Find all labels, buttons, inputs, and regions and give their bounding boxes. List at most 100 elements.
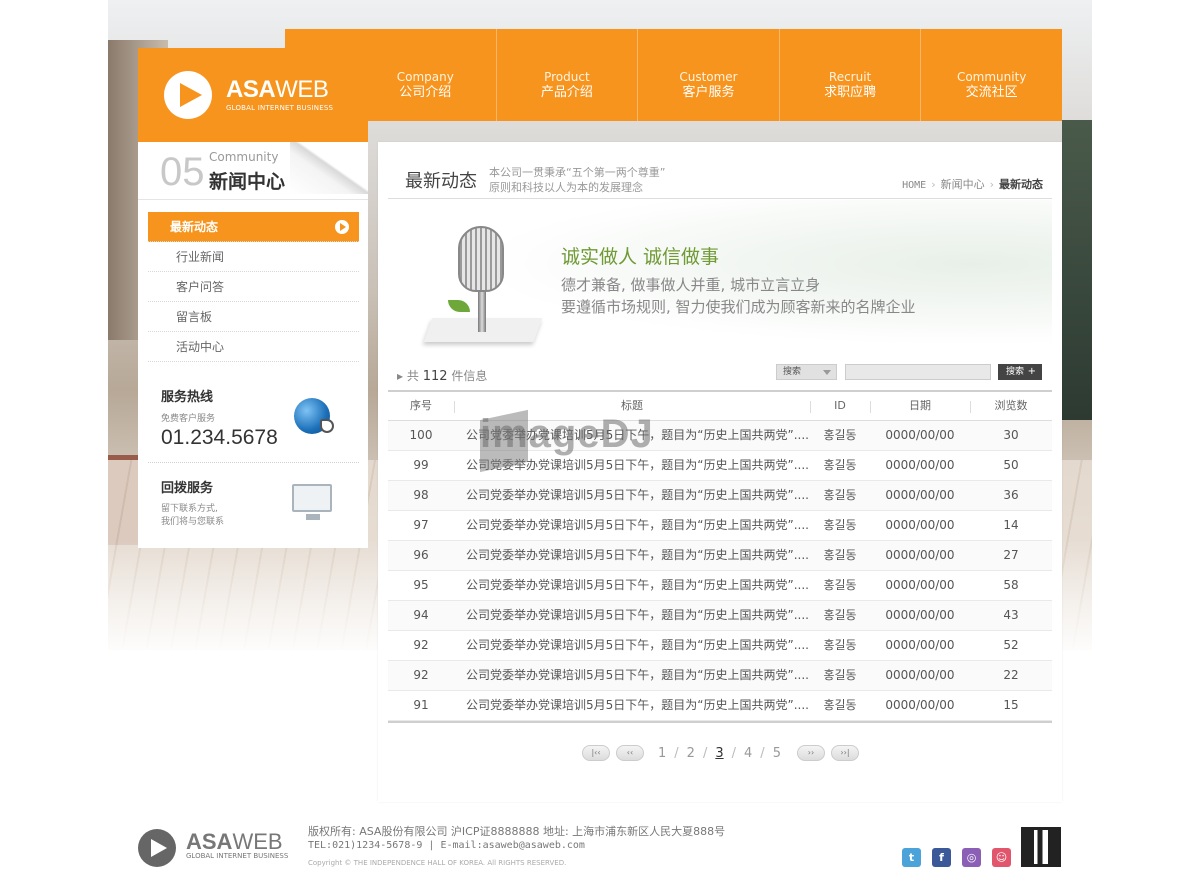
table-bottom-rule [388, 721, 1052, 723]
callback-subtitle: 留下联系方式, 我们将与您联系 [161, 504, 225, 527]
sidebar-item-2[interactable]: 行业新闻 [148, 242, 359, 272]
cell-no: 100 [409, 428, 433, 442]
nav-item-cn: 客户服务 [682, 85, 735, 100]
cell-title-link[interactable]: 公司党委举办党课培训5月5日下午，题目为“历史上国共两党”.... [454, 631, 810, 660]
table-row[interactable]: 91 公司党委举办党课培训5月5日下午，题目为“历史上国共两党”.... 홍길동 00… [388, 691, 1052, 721]
page-link-2[interactable]: 2 [687, 746, 695, 761]
nav-item-cn: 求职应聘 [824, 85, 877, 100]
sidebar-item-4[interactable]: 留言板 [148, 302, 359, 332]
footer-info: 版权所有: ASA股份有限公司 沪ICP证8888888 地址: 上海市浦东新区… [308, 825, 725, 853]
table-row[interactable]: 95 公司党委举办党课培训5月5日下午，题目为“历史上国共两党”.... 홍길동 00… [388, 571, 1052, 601]
breadcrumb-home[interactable]: HOME [902, 180, 926, 191]
page-curl-decoration [290, 142, 368, 194]
main-nav: Company 公司介绍 Product 产品介绍 Customer 客户服务 Recrui… [285, 29, 1062, 121]
page-separator: / [731, 745, 737, 761]
cell-views: 52 [1003, 638, 1019, 652]
message-icon[interactable]: ◎ [962, 848, 981, 867]
table-row[interactable]: 94 公司党委举办党课培训5月5日下午，题目为“历史上国共两党”.... 홍길동 00… [388, 601, 1052, 631]
nav-item-cn: 交流社区 [965, 85, 1018, 100]
cell-date: 0000/00/00 [885, 668, 955, 682]
sidebar-item-label: 活动中心 [176, 340, 225, 354]
footer-copyright: Copyright © THE INDEPENDENCE HALL OF KOR… [308, 859, 567, 867]
page-link-5[interactable]: 5 [773, 746, 781, 761]
table-row[interactable]: 92 公司党委举办党课培训5月5日下午，题目为“历史上国共两党”.... 홍길동 00… [388, 661, 1052, 691]
last-page-button[interactable]: ››| [830, 745, 859, 761]
cell-date: 0000/00/00 [885, 698, 955, 712]
cell-title-link[interactable]: 公司党委举办党课培训5月5日下午，题目为“历史上国共两党”.... [454, 601, 810, 630]
banner-text: 德才兼备, 做事做人并重, 城市立言立身 要遵循市场规则, 智力使我们成为顾客新来… [561, 276, 916, 316]
background-window [1062, 120, 1092, 420]
main-content: 最新动态 本公司一贯秉承“五个第一两个尊重” 原则和科技以人为本的发展理念 HOM… [378, 142, 1062, 802]
community-icon[interactable]: ☺ [992, 848, 1011, 867]
nav-item-cn: 产品介绍 [540, 85, 593, 100]
footer-logo-tagline: GLOBAL INTERNET BUSINESS [186, 852, 289, 860]
callback-service[interactable]: 回拨服务 留下联系方式, 我们将与您联系 [161, 477, 224, 529]
cell-id: 홍길동 [823, 698, 857, 712]
prev-page-button[interactable]: ‹‹ [616, 745, 644, 761]
nav-item-en: Company [396, 70, 454, 84]
sidebar-item-label: 客户问答 [176, 280, 225, 294]
nav-item-community[interactable]: Community 交流社区 [920, 29, 1062, 121]
cell-title-link[interactable]: 公司党委举办党课培训5月5日下午，题目为“历史上国共两党”.... [454, 541, 810, 570]
page-separator: / [760, 745, 765, 761]
section-number: 05 [160, 150, 205, 194]
cell-id: 홍길동 [823, 548, 857, 562]
column-no: 序号 [410, 399, 432, 412]
nav-item-company[interactable]: Company 公司介绍 [355, 29, 496, 121]
table-row[interactable]: 96 公司党委举办党课培训5月5日下午，题目为“历史上国共两党”.... 홍길동 00… [388, 541, 1052, 571]
page-numbers: 1 / 2 / 3 / 4 / 5 [650, 746, 789, 761]
column-id: ID [810, 392, 870, 420]
section-name-en: Community [209, 150, 279, 164]
logo-mark-icon [164, 71, 212, 119]
breadcrumb-current: 最新动态 [999, 178, 1043, 191]
nav-item-recruit[interactable]: Recruit 求职应聘 [778, 29, 921, 121]
sidebar-item-5[interactable]: 活动中心 [148, 332, 359, 362]
cell-views: 15 [1003, 698, 1019, 712]
table-row[interactable]: 92 公司党委举办党课培训5月5日下午，题目为“历史上国共两党”.... 홍길동 00… [388, 631, 1052, 661]
pagination: |‹‹ ‹‹ 1 / 2 / 3 / 4 / 5 ›› ››| [582, 745, 865, 761]
cell-id: 홍길동 [823, 488, 857, 502]
cell-date: 0000/00/00 [885, 428, 955, 442]
cell-title-link[interactable]: 公司党委举办党课培训5月5日下午，题目为“历史上国共两党”.... [454, 511, 810, 540]
search-type-select[interactable]: 搜索 [776, 364, 837, 380]
page-link-3[interactable]: 3 [715, 746, 723, 761]
divider [138, 199, 368, 200]
cell-title-link[interactable]: 公司党委举办党课培训5月5日下午，题目为“历史上国共两党”.... [454, 661, 810, 690]
cell-date: 0000/00/00 [885, 638, 955, 652]
next-page-button[interactable]: ›› [796, 745, 825, 761]
page-separator: / [702, 745, 708, 761]
table-row[interactable]: 98 公司党委举办党课培训5月5日下午，题目为“历史上国共两党”.... 홍길동 00… [388, 481, 1052, 511]
first-page-button[interactable]: |‹‹ [582, 745, 610, 761]
callback-title: 回拨服务 [161, 481, 214, 496]
cell-title-link[interactable]: 公司党委举办党课培训5月5日下午，题目为“历史上国共两党”.... [454, 691, 810, 720]
nav-item-en: Recruit [828, 70, 872, 84]
sidebar-item-1[interactable]: 最新动态 [148, 212, 359, 242]
cell-title-link[interactable]: 公司党委举办党课培训5月5日下午，题目为“历史上国共两党”.... [454, 571, 810, 600]
search-input[interactable] [845, 364, 991, 380]
nav-item-product[interactable]: Product 产品介绍 [495, 29, 638, 121]
twitter-icon[interactable]: t [902, 848, 921, 867]
divider [148, 462, 359, 463]
computer-icon [292, 484, 332, 520]
table-row[interactable]: 97 公司党委举办党课培训5月5日下午，题目为“历史上国共两党”.... 홍길동 00… [388, 511, 1052, 541]
banner-motto: 诚实做人 诚信做事 [561, 246, 720, 268]
nav-item-en: Community [956, 70, 1027, 84]
sidebar-item-label: 留言板 [176, 310, 213, 324]
cell-title-link[interactable]: 公司党委举办党课培训5月5日下午，题目为“历史上国共两党”.... [454, 481, 810, 510]
page-link-4[interactable]: 4 [744, 746, 752, 761]
page-link-1[interactable]: 1 [658, 746, 666, 761]
search-button[interactable]: 搜索 [998, 364, 1042, 380]
logo[interactable]: ASAWEB GLOBAL INTERNET BUSINESS [138, 48, 368, 142]
divider [388, 198, 1052, 199]
logo-tagline: GLOBAL INTERNET BUSINESS [226, 104, 334, 112]
breadcrumb-section[interactable]: 新闻中心 [941, 178, 985, 191]
facebook-icon[interactable]: f [932, 848, 951, 867]
nav-item-customer[interactable]: Customer 客户服务 [637, 29, 779, 121]
cell-id: 홍길동 [823, 608, 857, 622]
cell-views: 50 [1003, 458, 1019, 472]
cell-no: 94 [413, 608, 429, 622]
sidebar-item-3[interactable]: 客户问答 [148, 272, 359, 302]
cell-views: 14 [1003, 518, 1019, 532]
sidebar-item-label: 行业新闻 [176, 250, 225, 264]
cell-no: 92 [413, 638, 429, 652]
